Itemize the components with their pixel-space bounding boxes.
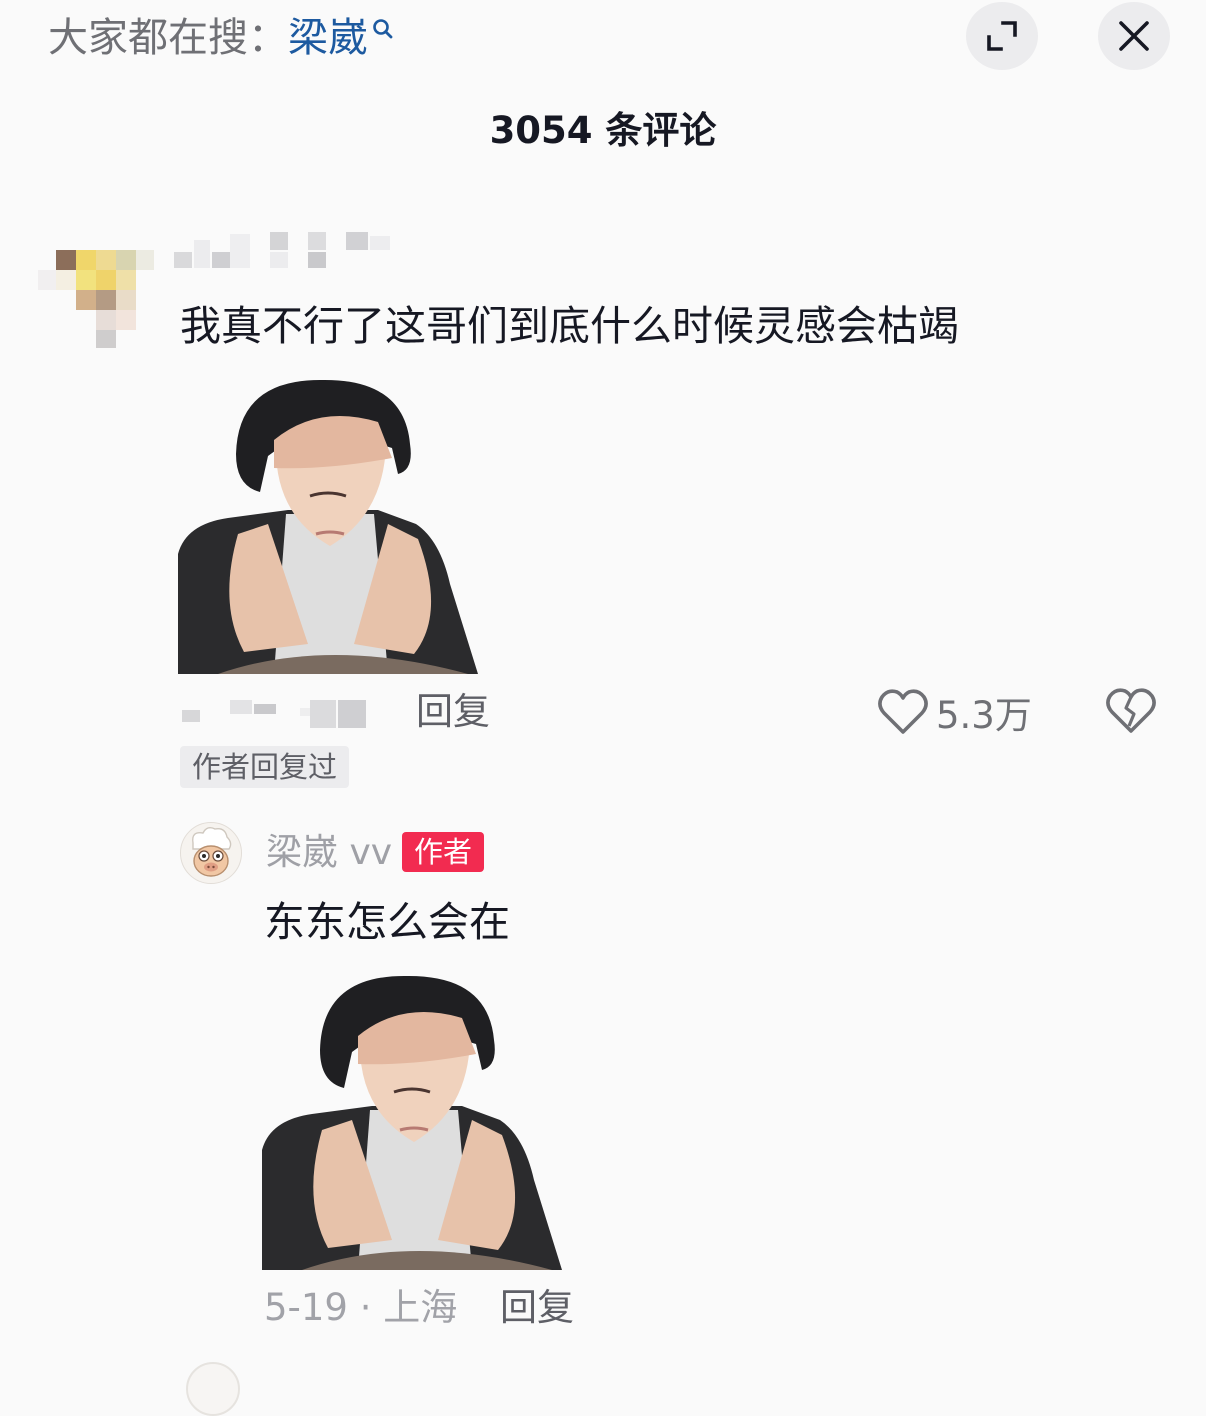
author-replied-tag: 作者回复过 — [180, 746, 350, 788]
reply-text: 东东怎么会在 — [264, 898, 510, 946]
reply-button[interactable]: 回复 — [500, 1282, 574, 1334]
comment-text: 我真不行了这哥们到底什么时候灵感会枯竭 — [180, 302, 959, 350]
expand-button[interactable] — [966, 2, 1038, 70]
like-button[interactable]: 5.3万 — [878, 684, 1032, 740]
search-icon — [373, 19, 393, 39]
next-comment-avatar[interactable] — [186, 1362, 240, 1416]
comment-count-title: 3054 条评论 — [489, 109, 717, 152]
avatar-image — [181, 823, 241, 883]
comment-username[interactable] — [174, 230, 414, 270]
heart-icon — [878, 689, 928, 734]
avatar[interactable] — [38, 250, 158, 350]
comment-panel-header: 大家都在搜： 梁崴 — [0, 0, 1206, 90]
expand-icon — [987, 21, 1017, 51]
close-button[interactable] — [1098, 2, 1170, 70]
sticker-image[interactable] — [178, 374, 484, 674]
like-count: 5.3万 — [936, 694, 1032, 737]
hot-search-term[interactable]: 梁崴 — [288, 12, 368, 64]
hot-search-prefix: 大家都在搜： — [48, 15, 288, 61]
reply-author-name[interactable]: 梁崴 vv — [266, 828, 392, 878]
broken-heart-icon[interactable] — [1106, 688, 1156, 734]
reply-button[interactable]: 回复 — [416, 686, 490, 738]
sticker-image[interactable] — [262, 970, 568, 1270]
close-icon — [1119, 21, 1149, 51]
reply-meta: 5-19 · 上海 — [264, 1286, 458, 1329]
hot-search-bar[interactable]: 大家都在搜： 梁崴 — [48, 12, 394, 64]
reply-avatar[interactable] — [180, 822, 242, 884]
author-badge: 作者 — [402, 832, 485, 872]
comment-meta — [182, 700, 366, 728]
comment-meta-row: 回复 5.3万 — [182, 684, 1162, 740]
